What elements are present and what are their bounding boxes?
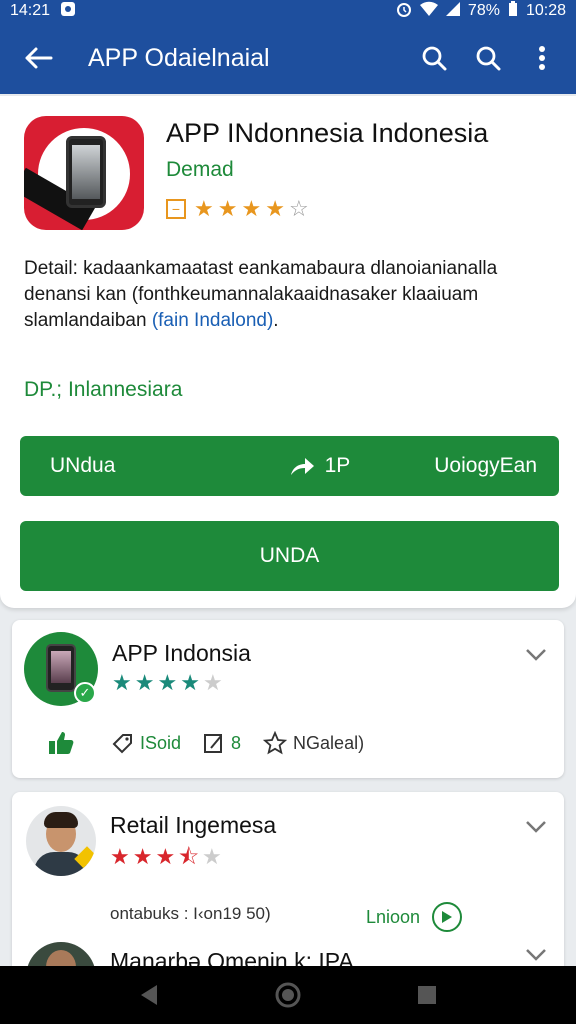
status-time-right: 10:28 — [525, 2, 566, 19]
battery-percent: 78% — [467, 2, 500, 19]
reviewer-link-label: Lnioon — [366, 906, 421, 927]
alarm-icon — [396, 1, 412, 22]
search-button-secondary[interactable] — [468, 38, 508, 78]
app-detail-card: APP INdonnesia Indonesia Demad − ★ ★ ★ ★… — [0, 96, 576, 608]
share-arrow-icon — [290, 458, 314, 475]
reviewer-link[interactable]: Lnioon — [366, 902, 463, 932]
star-icon: ★ — [194, 196, 214, 221]
download-row-button[interactable]: UNdua 1P UoiogуEan — [20, 436, 559, 496]
favorite-label: NGaleal) — [293, 732, 365, 753]
notification-icon — [60, 1, 76, 22]
rating-box: − — [166, 199, 186, 219]
chevron-down-icon[interactable] — [522, 812, 550, 840]
description-end: . — [273, 310, 279, 331]
back-triangle-icon — [141, 985, 158, 1005]
card-title: APP Indonsia — [112, 640, 251, 666]
tag-label: ISoid — [140, 732, 182, 753]
card-rating: ★ ★ ★ ★ ★ — [112, 672, 223, 694]
star-icon: ★ — [157, 670, 178, 695]
tag-icon — [112, 734, 132, 754]
back-button[interactable] — [18, 38, 58, 78]
star-icon: ★ — [217, 196, 238, 221]
system-nav-bar — [0, 966, 576, 1024]
nav-home-button[interactable] — [268, 975, 308, 1015]
star-outline-icon: ☆ — [288, 196, 309, 221]
favorite-button[interactable]: NGaleal) — [263, 731, 364, 755]
star-icon: ★ — [112, 670, 132, 695]
app-rating: − ★ ★ ★ ★ ☆ — [166, 198, 309, 220]
star-icon: ★ — [132, 844, 153, 869]
nav-back-button[interactable] — [129, 975, 169, 1015]
star-empty-icon: ★ — [202, 844, 222, 869]
wifi-icon — [419, 1, 438, 22]
star-icon: ★ — [110, 844, 130, 869]
reviewer-name: Retail Ingemesa — [110, 812, 277, 838]
app-review-card[interactable]: ✓ APP Indonsia ★ ★ ★ ★ ★ ISoid 8 NGaleal… — [12, 620, 564, 778]
share-group: 1P — [289, 454, 351, 478]
app-avatar: ✓ — [24, 632, 98, 706]
reviewer-info: ontabuks : I‹on19 50) — [110, 904, 271, 923]
search-icon — [476, 46, 501, 71]
more-options-button[interactable] — [522, 38, 562, 78]
play-icon — [432, 902, 463, 932]
status-time-left: 14:21 — [10, 2, 51, 19]
edit-button[interactable]: 8 — [203, 732, 241, 754]
reviewer-card[interactable]: Retail Ingemesa ★ ★ ★ ⯪ ★ ontabuks : I‹o… — [12, 792, 564, 992]
update-label: UoiogуEan — [434, 454, 537, 477]
like-button[interactable] — [48, 730, 74, 756]
star-icon: ★ — [241, 196, 262, 221]
star-empty-icon: ★ — [202, 670, 223, 695]
app-logo — [24, 116, 144, 230]
description-link[interactable]: (fain Indalond) — [152, 310, 273, 331]
chevron-down-icon[interactable] — [522, 940, 550, 968]
search-button[interactable] — [414, 38, 454, 78]
edit-count: 8 — [231, 732, 242, 753]
page-title: APP Odaielnaial — [88, 43, 270, 72]
edit-icon — [204, 734, 223, 753]
app-name: APP INdonnesia Indonesia — [166, 118, 489, 148]
star-icon: ★ — [265, 196, 285, 221]
more-vert-icon — [539, 46, 545, 70]
developer-link[interactable]: Demad — [166, 158, 234, 182]
star-icon: ★ — [155, 844, 176, 869]
star-outline-icon — [263, 731, 288, 755]
reviewer-rating: ★ ★ ★ ⯪ ★ — [110, 846, 222, 868]
app-description: Detail: kadaankamaatast eankamabaura dla… — [24, 256, 554, 334]
reviewer-avatar — [26, 806, 96, 876]
arrow-left-icon — [25, 47, 53, 69]
install-button[interactable]: UNDA — [20, 521, 559, 591]
nav-recents-button[interactable] — [407, 975, 447, 1015]
star-half-icon: ⯪ — [178, 844, 200, 869]
chevron-down-icon[interactable] — [522, 640, 550, 668]
card-actions: ISoid 8 NGaleal) — [48, 730, 386, 756]
share-count: 1P — [324, 454, 351, 477]
search-icon — [422, 46, 447, 71]
app-category[interactable]: DP.; Inlannesiara — [24, 378, 182, 402]
star-icon: ★ — [134, 670, 155, 695]
status-bar: 14:21 78% 10:28 — [0, 0, 576, 22]
battery-icon — [508, 0, 518, 22]
recents-square-icon — [417, 986, 436, 1004]
check-icon: ✓ — [74, 682, 96, 704]
thumbs-up-icon — [49, 732, 74, 754]
app-bar: APP Odaielnaial — [0, 22, 576, 94]
tag-button[interactable]: ISoid — [112, 732, 181, 754]
signal-icon — [445, 1, 460, 22]
download-label: UNdua — [50, 454, 116, 477]
home-circle-icon — [275, 982, 301, 1008]
star-icon: ★ — [180, 670, 200, 695]
